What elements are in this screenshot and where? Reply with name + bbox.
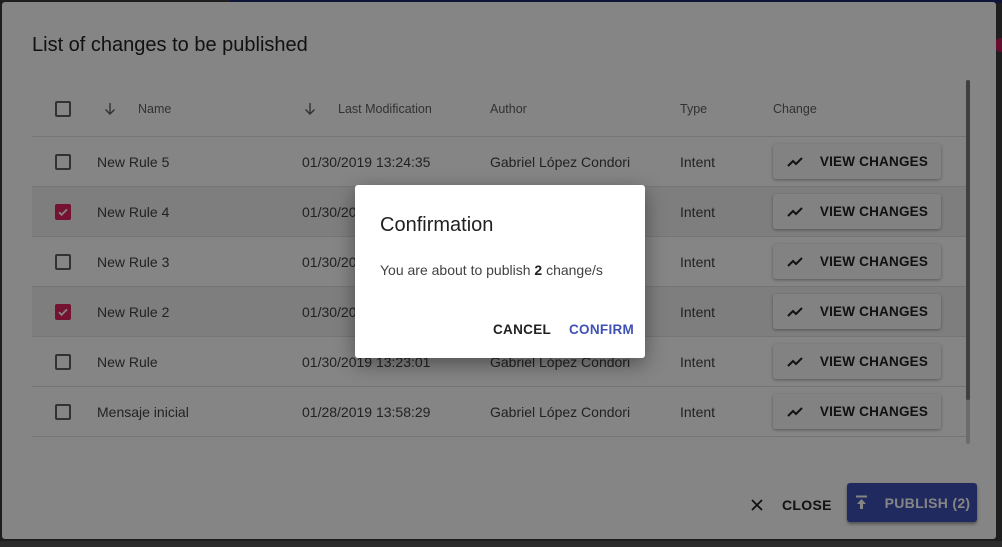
message-prefix: You are about to publish (380, 262, 535, 278)
confirmation-dialog: Confirmation You are about to publish 2 … (355, 185, 645, 358)
confirmation-message: You are about to publish 2 change/s (380, 262, 603, 278)
message-suffix: change/s (542, 262, 603, 278)
cancel-button[interactable]: CANCEL (493, 322, 551, 337)
confirmation-title: Confirmation (380, 214, 494, 236)
confirm-button[interactable]: CONFIRM (569, 322, 634, 337)
